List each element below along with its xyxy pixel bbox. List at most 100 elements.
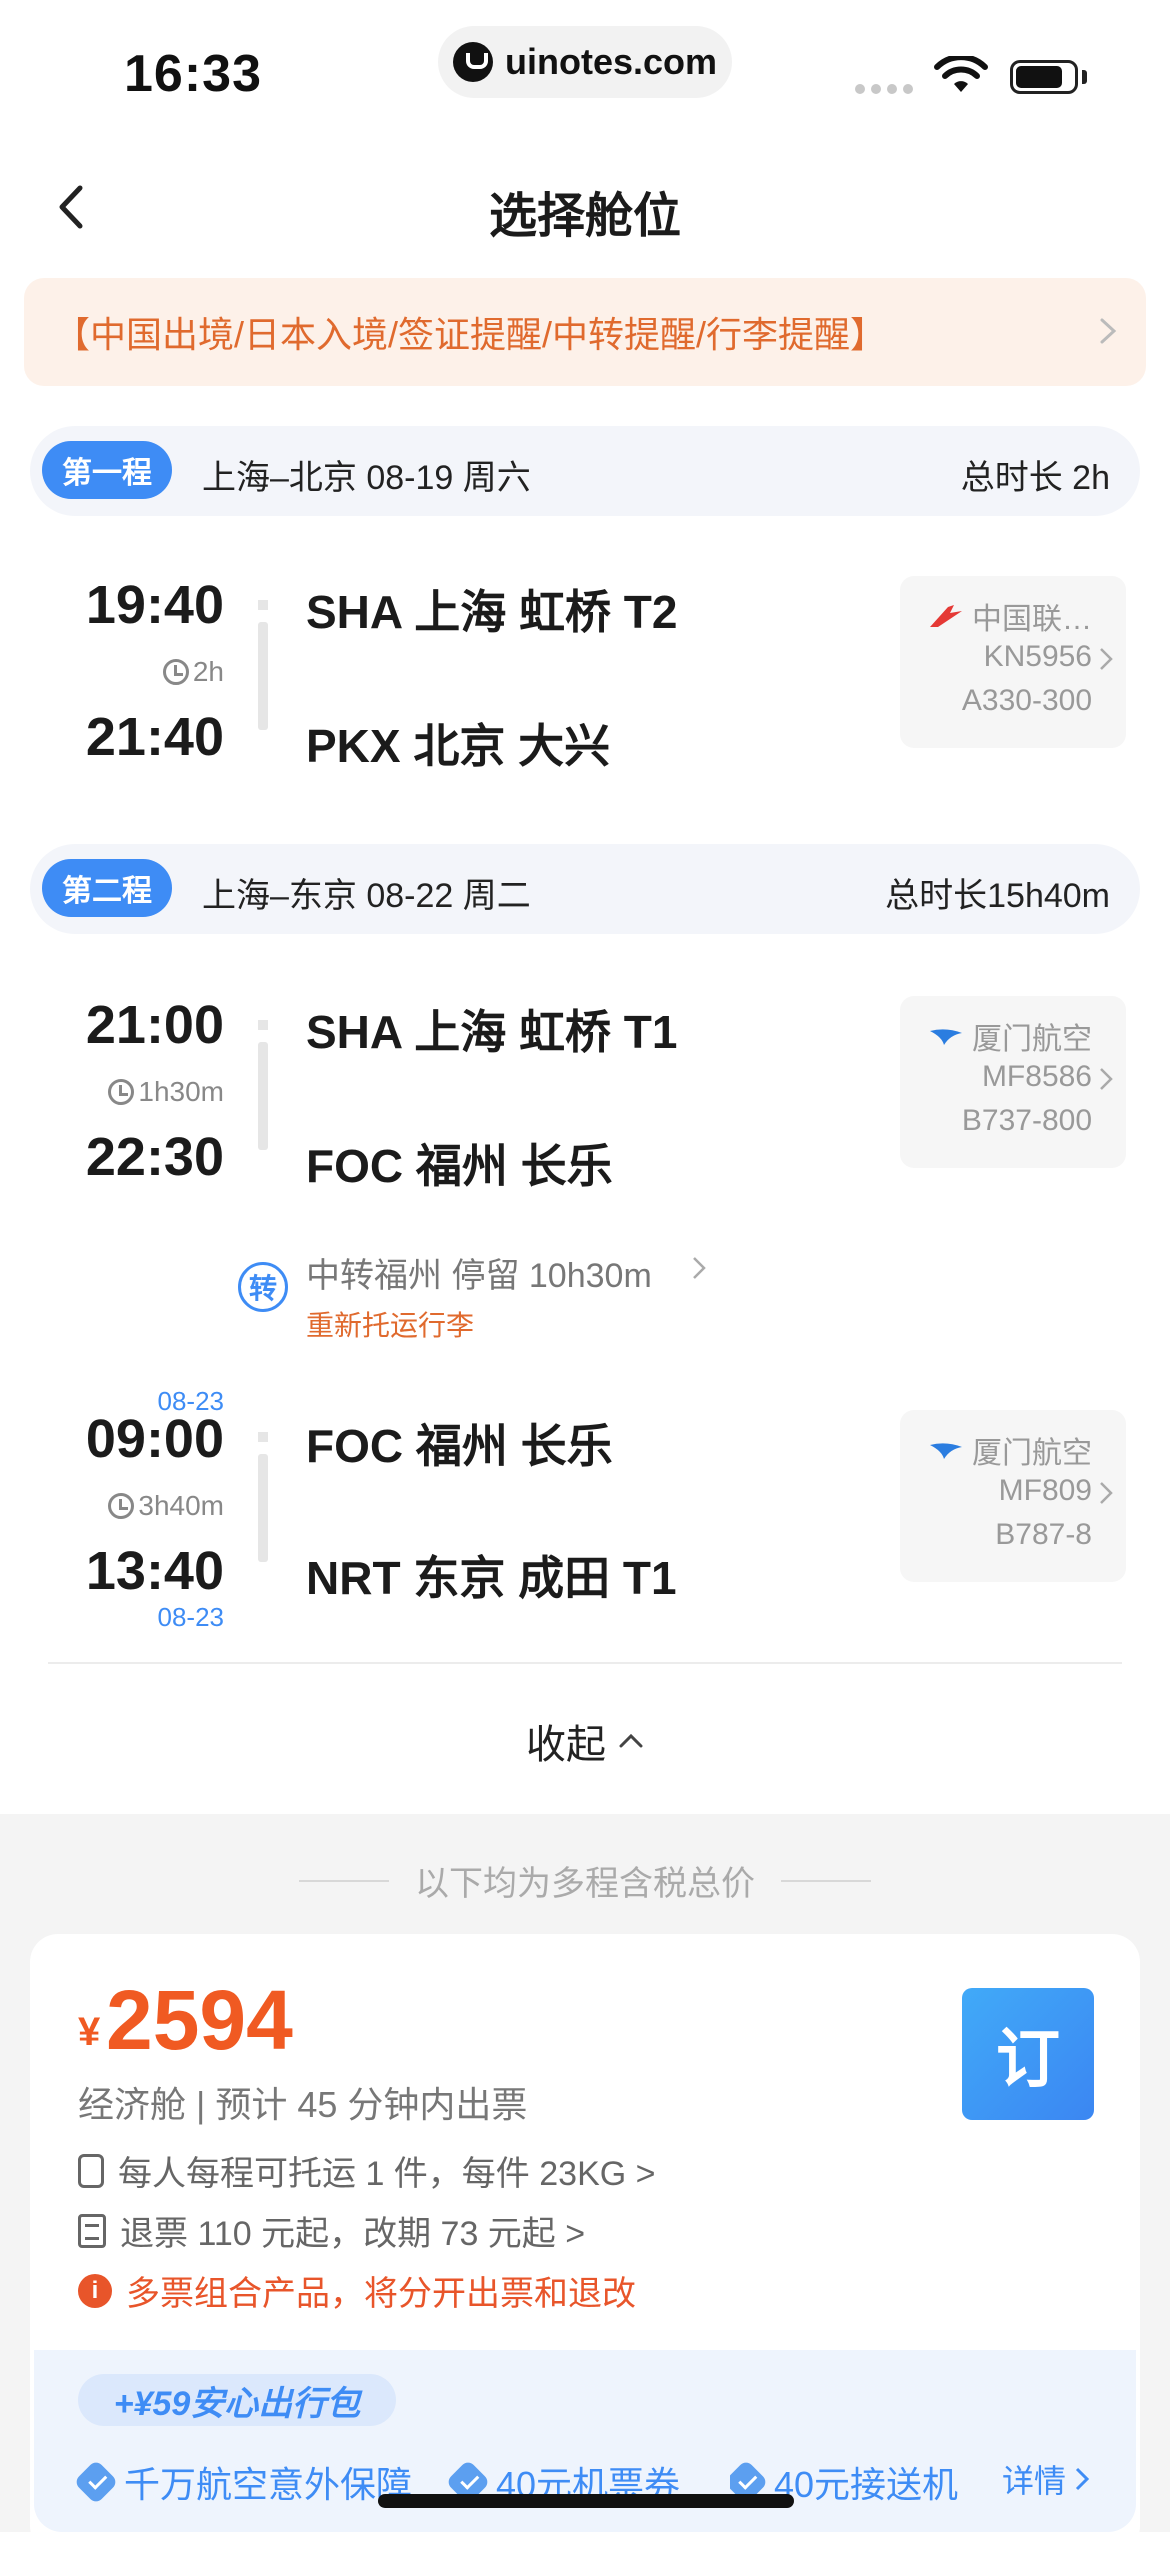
airline-name: 厦门航空 [928, 1014, 1092, 1058]
timeline-line [258, 1454, 268, 1562]
info-icon: i [78, 2273, 112, 2308]
fare-price: 2594 [106, 1973, 293, 2067]
segment-duration: 1h30m [4, 1076, 224, 1108]
arrival-time: 22:30 [85, 1127, 224, 1187]
duration-text: 1h30m [138, 1076, 224, 1107]
perk-item: 千万航空意外保障 [73, 2456, 413, 2508]
airline-name: 中国联… [928, 594, 1092, 638]
check-badge-icon [73, 2459, 119, 2505]
document-icon [78, 2213, 106, 2248]
airline-info-card[interactable]: 中国联… KN5956 A330-300 [900, 576, 1126, 748]
airline-name-text: 厦门航空 [972, 1023, 1092, 1056]
timeline-line [258, 1042, 268, 1150]
arrival-airport: NRT 东京 成田 T1 [306, 1552, 677, 1604]
departure-airport: FOC 福州 长乐 [306, 1420, 613, 1472]
cabin-info: 经济舱 | 预计 45 分钟内出票 [78, 2084, 528, 2125]
airline-info-card[interactable]: 厦门航空 MF8586 B737-800 [900, 996, 1126, 1168]
leg-header-2: 第二程 上海–东京 08-22 周二 总时长15h40m [30, 844, 1140, 934]
collapse-button[interactable]: 收起 [0, 1712, 1170, 1770]
leg-total-duration: 总时长 2h [960, 459, 1110, 497]
leg-route: 上海–北京 08-19 周六 [202, 459, 531, 497]
arrival-airport: FOC 福州 长乐 [306, 1140, 613, 1192]
luggage-icon [78, 2153, 104, 2188]
divider [48, 1662, 1122, 1664]
home-indicator[interactable] [378, 2494, 794, 2508]
flight-number: KN5956 [983, 640, 1092, 673]
departure-airport: SHA 上海 虹桥 T2 [306, 586, 678, 638]
airline-name-text: 厦门航空 [972, 1437, 1092, 1470]
chevron-right-icon [1100, 648, 1113, 670]
package-badge: +¥59安心出行包 [78, 2374, 396, 2426]
combo-ticket-warning: i 多票组合产品，将分开出票和退改 [78, 2266, 636, 2315]
timeline-dot [258, 1432, 268, 1442]
xiamen-airlines-logo-icon [930, 1029, 962, 1045]
xiamen-airlines-logo-icon [930, 1443, 962, 1459]
refund-text: 退票 110 元起，改期 73 元起 > [120, 2215, 586, 2253]
timeline-dot [258, 1020, 268, 1030]
baggage-text: 每人每程可托运 1 件，每件 23KG > [118, 2155, 656, 2193]
arrival-time: 13:40 [85, 1541, 224, 1601]
arrival-time: 21:40 [85, 707, 224, 767]
leg-badge: 第一程 [42, 441, 172, 499]
cellular-signal-icon [855, 84, 913, 94]
recheck-baggage-note: 重新托运行李 [306, 1310, 475, 1341]
price-caption-text: 以下均为多程含税总价 [415, 1865, 755, 1903]
duration-text: 2h [192, 656, 224, 687]
chevron-right-icon [1075, 2467, 1090, 2491]
aircraft-type: A330-300 [961, 684, 1092, 717]
travel-notice-banner[interactable]: 【中国出境/日本入境/签证提醒/中转提醒/行李提醒】 [24, 278, 1146, 386]
transfer-stop-text: 中转福州 停留 10h30m [306, 1257, 652, 1295]
battery-icon [1010, 60, 1078, 94]
departure-time: 19:40 [85, 575, 224, 635]
departure-time: 21:00 [85, 995, 224, 1055]
notice-text: 【中国出境/日本入境/签证提醒/中转提醒/行李提醒】 [54, 314, 887, 355]
url-text: uinotes.com [504, 41, 718, 82]
details-label: 详情 [1002, 2463, 1067, 2499]
site-logo-icon [452, 42, 493, 82]
arrival-airport: PKX 北京 大兴 [306, 720, 611, 772]
book-button[interactable]: 订 [962, 1988, 1094, 2120]
flight-number: MF809 [998, 1474, 1092, 1507]
segment-duration: 3h40m [4, 1490, 224, 1522]
timeline-line [258, 622, 268, 730]
chevron-right-icon [1100, 1482, 1113, 1504]
clock-icon [162, 659, 189, 685]
collapse-label: 收起 [526, 1723, 606, 1767]
airline-name-text: 中国联… [972, 603, 1092, 636]
china-united-airlines-logo-icon [930, 605, 962, 627]
status-time: 16:33 [124, 45, 262, 103]
chevron-right-icon [693, 1257, 706, 1279]
battery-tip [1082, 70, 1087, 84]
leg-header-1: 第一程 上海–北京 08-19 周六 总时长 2h [30, 426, 1140, 516]
url-pill[interactable]: uinotes.com [438, 26, 732, 98]
baggage-policy[interactable]: 每人每程可托运 1 件，每件 23KG > [78, 2146, 656, 2195]
leg-total-duration: 总时长15h40m [885, 877, 1110, 915]
transfer-icon: 转 [238, 1262, 288, 1312]
currency-symbol: ¥ [78, 2010, 101, 2054]
chevron-right-icon [1100, 1068, 1113, 1090]
airline-name: 厦门航空 [928, 1428, 1092, 1472]
package-details-link[interactable]: 详情 [1002, 2456, 1090, 2502]
departure-time: 09:00 [85, 1409, 224, 1469]
chevron-right-icon [1100, 318, 1117, 344]
leg-route: 上海–东京 08-22 周二 [202, 877, 531, 915]
price-caption: 以下均为多程含税总价 [0, 1856, 1170, 1905]
aircraft-type: B737-800 [961, 1104, 1092, 1137]
duration-text: 3h40m [138, 1490, 224, 1521]
perk-text: 40元接送机 [774, 2464, 959, 2505]
clock-icon [108, 1493, 135, 1519]
wifi-icon [934, 56, 988, 92]
page-title: 选择舱位 [488, 190, 681, 243]
airline-info-card[interactable]: 厦门航空 MF809 B787-8 [900, 1410, 1126, 1582]
timeline-dot [258, 600, 268, 610]
leg-badge: 第二程 [42, 859, 172, 917]
warning-text: 多票组合产品，将分开出票和退改 [126, 2275, 636, 2313]
chevron-up-icon [619, 1733, 643, 1748]
segment-duration: 2h [4, 656, 224, 688]
departure-airport: SHA 上海 虹桥 T1 [306, 1006, 678, 1058]
flight-number: MF8586 [981, 1060, 1092, 1093]
refund-policy[interactable]: 退票 110 元起，改期 73 元起 > [78, 2206, 585, 2255]
clock-icon [108, 1079, 135, 1105]
aircraft-type: B787-8 [995, 1518, 1092, 1551]
perk-text: 千万航空意外保障 [124, 2464, 413, 2505]
